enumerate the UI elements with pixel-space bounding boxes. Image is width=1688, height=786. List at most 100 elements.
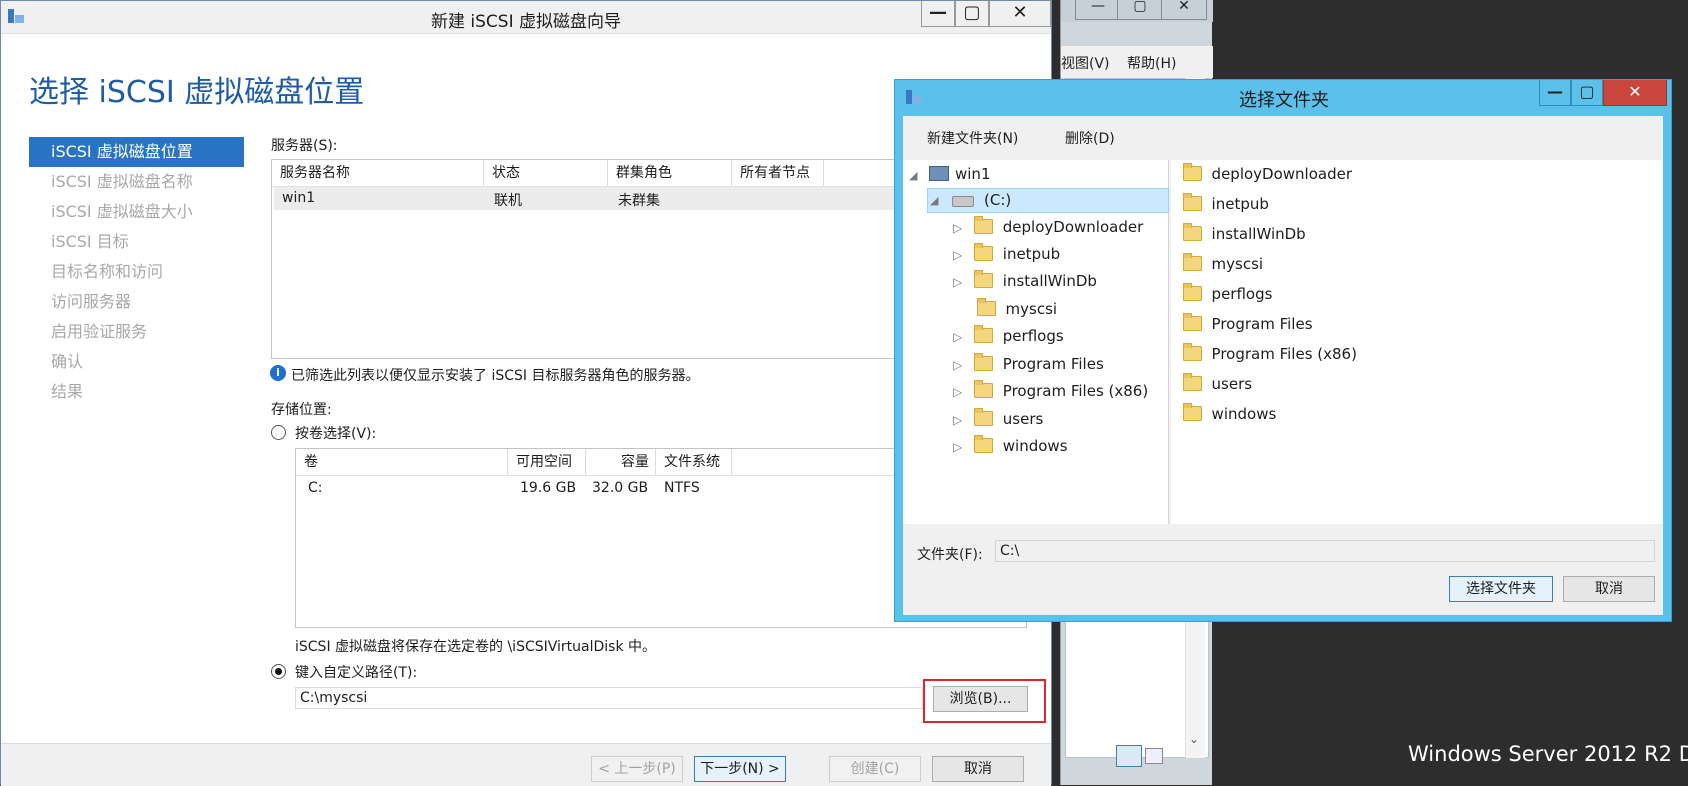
wizard-title: 新建 iSCSI 虚拟磁盘向导 — [431, 12, 621, 32]
folder-icon — [1183, 373, 1202, 391]
menu-help[interactable]: 帮助(H) — [1127, 53, 1176, 73]
background-menubar: 视图(V) 帮助(H) — [1061, 46, 1213, 78]
expand-arrow-icon[interactable]: ▷ — [953, 385, 962, 399]
new-folder-button[interactable]: 新建文件夹(N) — [927, 128, 1018, 148]
column-free-space[interactable]: 可用空间 — [508, 449, 586, 475]
minimize-button[interactable]: — — [1539, 80, 1571, 106]
step-results: 结果 — [51, 382, 84, 401]
close-button[interactable]: ✕ — [1603, 80, 1667, 106]
dialog-cancel-button[interactable]: 取消 — [1563, 576, 1655, 602]
page-title: 选择 iSCSI 虚拟磁盘位置 — [29, 75, 365, 110]
tree-item[interactable]: ▷ inetpub — [953, 241, 1060, 267]
list-item[interactable]: windows — [1183, 401, 1276, 427]
folder-tree[interactable]: ◢ win1 ◢ (C:) ▷ deployDownloader ▷ inetp… — [903, 160, 1169, 524]
tree-item-label: Program Files (x86) — [1002, 382, 1149, 400]
expand-arrow-icon[interactable]: ▷ — [953, 413, 962, 427]
folder-icon — [974, 325, 994, 343]
close-button[interactable]: ✕ — [1161, 0, 1207, 20]
expand-arrow-icon[interactable]: ▷ — [953, 440, 962, 454]
folder-path-input[interactable]: C:\ — [995, 540, 1655, 562]
list-item-label: inetpub — [1211, 195, 1269, 213]
folder-icon — [974, 435, 994, 453]
maximize-button[interactable]: ▢ — [1117, 0, 1163, 20]
tree-item[interactable]: ▷ installWinDb — [953, 268, 1097, 294]
list-item[interactable]: users — [1183, 371, 1252, 397]
minimize-button[interactable]: — — [921, 1, 955, 27]
expand-arrow-icon[interactable]: ▷ — [953, 221, 962, 235]
column-owner-node[interactable]: 所有者节点 — [732, 160, 824, 186]
column-capacity[interactable]: 容量 — [586, 449, 656, 475]
column-file-system[interactable]: 文件系统 — [656, 449, 732, 475]
wizard-steps: iSCSI 虚拟磁盘位置 iSCSI 虚拟磁盘名称 iSCSI 虚拟磁盘大小 i… — [29, 137, 244, 407]
wizard-titlebar: 新建 iSCSI 虚拟磁盘向导 — ▢ ✕ — [1, 1, 1051, 34]
column-volume[interactable]: 卷 — [296, 449, 508, 475]
tree-item[interactable]: ▷ deployDownloader — [953, 214, 1143, 240]
list-item[interactable]: deployDownloader — [1183, 161, 1352, 187]
minimize-button[interactable]: — — [1075, 0, 1121, 20]
folder-icon — [974, 270, 994, 288]
column-cluster-role[interactable]: 群集角色 — [608, 160, 732, 186]
create-button[interactable]: 创建(C) — [829, 756, 921, 782]
details-view-icon[interactable] — [1116, 745, 1142, 767]
cancel-button[interactable]: 取消 — [932, 756, 1024, 782]
list-item[interactable]: myscsi — [1183, 251, 1263, 277]
list-item[interactable]: Program Files (x86) — [1183, 341, 1357, 367]
tree-item-label: Program Files — [1002, 355, 1104, 373]
next-button[interactable]: 下一步(N) > — [694, 756, 786, 782]
list-item-label: installWinDb — [1211, 225, 1306, 243]
column-status[interactable]: 状态 — [484, 160, 608, 186]
collapse-arrow-icon[interactable]: ◢ — [930, 194, 938, 207]
list-item[interactable]: perflogs — [1183, 281, 1272, 307]
browse-button[interactable]: 浏览(B)... — [933, 686, 1028, 712]
list-item-label: Program Files (x86) — [1211, 345, 1357, 363]
folder-icon — [974, 408, 994, 426]
tree-item-drive-selected[interactable]: ◢ (C:) — [927, 188, 1169, 213]
drive-icon — [952, 196, 974, 207]
tree-item[interactable]: ▷ users — [953, 406, 1043, 432]
custom-path-input[interactable]: C:\myscsi — [295, 687, 923, 709]
back-button[interactable]: < 上一步(P) — [591, 756, 683, 782]
expand-arrow-icon[interactable]: ▷ — [953, 275, 962, 289]
step-confirm: 确认 — [51, 352, 84, 371]
folder-list[interactable]: deployDownloader inetpub installWinDb my… — [1171, 160, 1663, 524]
scroll-down-icon[interactable]: ⌄ — [1189, 732, 1199, 746]
column-server-name[interactable]: 服务器名称 — [272, 160, 484, 186]
by-volume-radio[interactable] — [271, 425, 286, 440]
collapse-arrow-icon[interactable]: ◢ — [909, 169, 917, 182]
menu-view[interactable]: 视图(V) — [1061, 53, 1110, 73]
list-item[interactable]: inetpub — [1183, 191, 1269, 217]
folder-icon — [1183, 253, 1202, 271]
list-item[interactable]: Program Files — [1183, 311, 1313, 337]
filter-info-text: 已筛选此列表以便仅显示安装了 iSCSI 目标服务器角色的服务器。 — [291, 368, 700, 384]
status-cell: 联机 — [494, 193, 522, 209]
step-disk-size: iSCSI 虚拟磁盘大小 — [51, 202, 193, 221]
tree-item-win1[interactable]: win1 — [929, 161, 991, 187]
tree-item[interactable]: myscsi — [977, 296, 1057, 322]
step-disk-location[interactable]: iSCSI 虚拟磁盘位置 — [29, 137, 244, 167]
tree-item-label: myscsi — [1005, 300, 1058, 318]
server-label: 服务器(S): — [271, 138, 338, 154]
folder-icon — [974, 216, 994, 234]
maximize-button[interactable]: ▢ — [1571, 80, 1603, 106]
select-folder-button[interactable]: 选择文件夹 — [1449, 576, 1553, 602]
delete-button[interactable]: 删除(D) — [1065, 128, 1115, 148]
expand-arrow-icon[interactable]: ▷ — [953, 248, 962, 262]
tree-item[interactable]: ▷ Program Files — [953, 351, 1104, 377]
capacity-cell: 32.0 GB — [592, 480, 649, 496]
expand-arrow-icon[interactable]: ▷ — [953, 330, 962, 344]
close-button[interactable]: ✕ — [989, 1, 1051, 27]
tree-item[interactable]: ▷ windows — [953, 433, 1068, 459]
dialog-body: 新建文件夹(N) 删除(D) ◢ win1 ◢ (C:) ▷ deployDow… — [903, 116, 1663, 615]
server-name-cell: win1 — [282, 190, 316, 206]
list-item-label: Program Files — [1211, 315, 1313, 333]
volume-cell: C: — [308, 480, 323, 496]
folder-icon — [1183, 223, 1202, 241]
large-icons-view-icon[interactable] — [1145, 748, 1163, 764]
tree-item[interactable]: ▷ perflogs — [953, 323, 1064, 349]
expand-arrow-icon[interactable]: ▷ — [953, 358, 962, 372]
custom-path-radio[interactable] — [271, 664, 286, 679]
maximize-button[interactable]: ▢ — [955, 1, 989, 27]
list-item[interactable]: installWinDb — [1183, 221, 1306, 247]
tree-item-label: perflogs — [1002, 327, 1064, 345]
tree-item[interactable]: ▷ Program Files (x86) — [953, 378, 1148, 404]
